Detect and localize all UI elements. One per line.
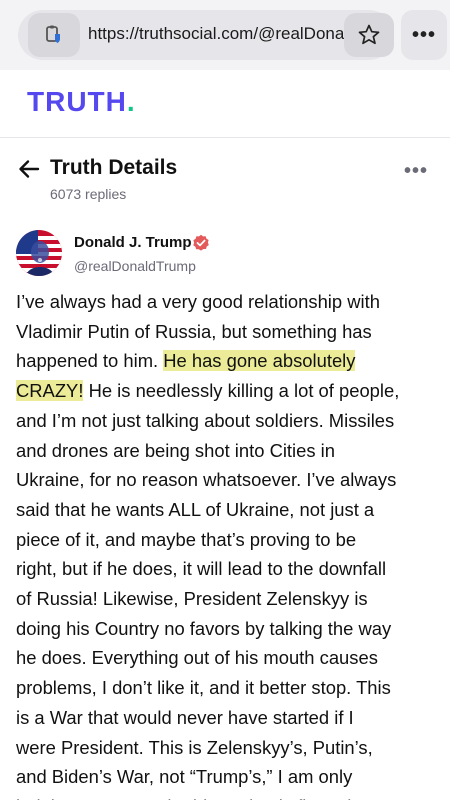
post-line: happened to him. He has gone absolutely (16, 346, 436, 376)
post-line: and Biden’s War, not “Trump’s,” I am onl… (16, 762, 436, 792)
post-text: helping to put out the big and ugly fire… (16, 796, 373, 800)
author-name[interactable]: Donald J. Trump (74, 234, 192, 251)
post-text: He is needlessly killing a lot of people… (83, 380, 400, 402)
post-text: right, but if he does, it will lead to t… (16, 558, 387, 580)
post-line: he does. Everything out of his mouth cau… (16, 643, 436, 673)
truth-logo[interactable]: TRUTH. (27, 86, 136, 118)
post-text: happened to him. (16, 350, 164, 372)
author-handle[interactable]: @realDonaldTrump (74, 258, 196, 274)
avatar[interactable] (16, 230, 62, 276)
post-text: Vladimir Putin of Russia, but something … (16, 320, 372, 342)
post-text: and I’m not just talking about soldiers.… (16, 409, 395, 431)
browser-menu-button[interactable]: ••• (401, 10, 447, 60)
post-text: I’ve always had a very good relationship… (16, 291, 380, 312)
post-line: and drones are being shot into Cities in (16, 436, 436, 466)
site-info-icon (46, 25, 60, 43)
post-text: and drones are being shot into Cities in (16, 439, 335, 461)
post-text: doing his Country no favors by talking t… (16, 617, 392, 639)
highlighted-text: He has gone absolutely (163, 350, 356, 372)
post-text: were President. This is Zelenskyy’s, Put… (16, 736, 373, 758)
post-text: Ukraine, for no reason whatsoever. I’ve … (16, 469, 397, 491)
site-info-button[interactable] (28, 13, 80, 57)
post-text: and Biden’s War, not “Trump’s,” I am onl… (16, 766, 353, 788)
post-line: I’ve always had a very good relationship… (16, 287, 436, 317)
browser-toolbar: https://truthsocial.com/@realDona... ••• (0, 0, 450, 70)
star-icon (358, 24, 380, 45)
post-options-button[interactable]: ••• (404, 160, 428, 183)
post-line: doing his Country no favors by talking t… (16, 614, 436, 644)
post-line: right, but if he does, it will lead to t… (16, 554, 436, 584)
logo-text: TRUTH (27, 86, 127, 117)
post-text: problems, I don’t like it, and it better… (16, 677, 391, 699)
post-text: of Russia! Likewise, President Zelenskyy… (16, 588, 368, 610)
more-icon: ••• (411, 23, 436, 46)
logo-dot: . (126, 86, 136, 117)
post-line: problems, I don’t like it, and it better… (16, 673, 436, 703)
verified-badge-icon (193, 234, 209, 251)
post-line: helping to put out the big and ugly fire… (16, 792, 436, 800)
post-body: I’ve always had a very good relationship… (16, 287, 436, 800)
post-text: piece of it, and maybe that’s proving to… (16, 528, 357, 550)
post-line: said that he wants ALL of Ukraine, not j… (16, 495, 436, 525)
post-line: is a War that would never have started i… (16, 703, 436, 733)
post-line: and I’m not just talking about soldiers.… (16, 406, 436, 436)
post-line: piece of it, and maybe that’s proving to… (16, 525, 436, 555)
post-line: Vladimir Putin of Russia, but something … (16, 317, 436, 347)
post-line: of Russia! Likewise, President Zelenskyy… (16, 584, 436, 614)
post-text: he does. Everything out of his mouth cau… (16, 647, 378, 669)
page-title: Truth Details (50, 156, 178, 179)
post-line: CRAZY! He is needlessly killing a lot of… (16, 376, 436, 406)
post-line: were President. This is Zelenskyy’s, Put… (16, 733, 436, 763)
highlighted-text: CRAZY! (16, 380, 84, 402)
reply-count: 6073 replies (50, 186, 127, 202)
header-divider (0, 137, 450, 138)
post-text: is a War that would never have started i… (16, 706, 354, 728)
post-text: said that he wants ALL of Ukraine, not j… (16, 498, 375, 520)
bookmark-button[interactable] (344, 13, 394, 57)
url-text[interactable]: https://truthsocial.com/@realDona... (88, 24, 348, 44)
post-line: Ukraine, for no reason whatsoever. I’ve … (16, 465, 436, 495)
back-arrow-icon[interactable] (16, 156, 42, 182)
